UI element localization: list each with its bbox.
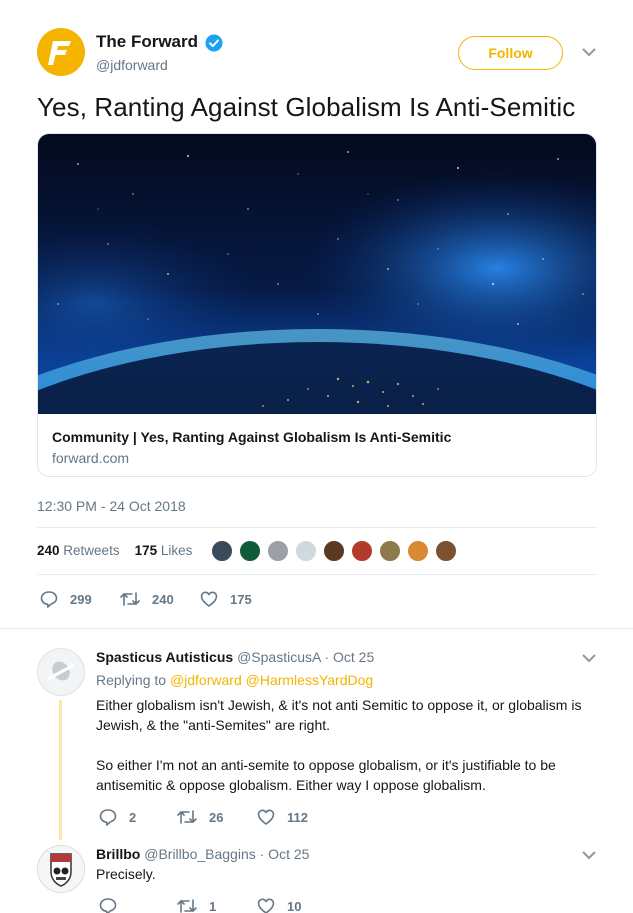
divider [37, 574, 597, 575]
retweet-count: 26 [209, 809, 224, 825]
retweets-count[interactable]: 240 [37, 543, 60, 558]
liker-avatar[interactable] [266, 539, 290, 563]
author-name[interactable]: The Forward [96, 32, 198, 52]
retweet-icon [177, 810, 197, 824]
like-action[interactable]: 10 [257, 897, 301, 913]
card-image [38, 134, 596, 414]
tweet-timestamp[interactable]: 12:30 PM - 24 Oct 2018 [37, 498, 186, 514]
liker-avatar[interactable] [238, 539, 262, 563]
reply-avatar[interactable] [37, 648, 85, 696]
chevron-down-icon[interactable] [582, 654, 596, 663]
reply-author-name[interactable]: Brillbo [96, 846, 140, 862]
reply-avatar[interactable] [37, 845, 85, 893]
liker-avatar[interactable] [406, 539, 430, 563]
like-count: 112 [287, 809, 308, 825]
reply-action[interactable]: 2 [99, 808, 136, 826]
verified-badge-icon [205, 34, 223, 52]
reply-count: 2 [129, 809, 137, 825]
reply-action[interactable]: 299 [40, 590, 92, 608]
retweets-label[interactable]: Retweets [63, 543, 119, 558]
liker-avatar[interactable] [322, 539, 346, 563]
heart-icon [257, 898, 275, 913]
replying-prefix: Replying to [96, 672, 167, 688]
reply-text: Either globalism isn't Jewish, & it's no… [96, 695, 581, 795]
chevron-down-icon[interactable] [582, 851, 596, 860]
divider [37, 527, 597, 528]
reply-text-line: antisemitic & oppose globalism. Either w… [96, 777, 486, 793]
reply-date[interactable]: · Oct 25 [260, 846, 310, 862]
heart-icon [200, 591, 218, 607]
card-title[interactable]: Community | Yes, Ranting Against Globali… [52, 429, 451, 445]
tweet-stats: 240 Retweets 175 Likes [37, 543, 192, 558]
avatar-crest-icon [50, 853, 72, 887]
tweet-text: Yes, Ranting Against Globalism Is Anti-S… [37, 92, 576, 122]
reply-action[interactable] [99, 897, 129, 913]
reply-count: 299 [70, 591, 92, 607]
likes-label[interactable]: Likes [161, 543, 193, 558]
author-avatar[interactable] [37, 28, 85, 76]
reply-text-line: Jewish, & the "anti-Semites" are right. [96, 717, 331, 733]
reply-header: Brillbo @Brillbo_Baggins · Oct 25 [96, 846, 309, 862]
liker-avatar[interactable] [350, 539, 374, 563]
reply-author-handle[interactable]: @Brillbo_Baggins [144, 846, 256, 862]
replying-to: Replying to @jdforward @HarmlessYardDog [96, 672, 373, 688]
reply-icon [40, 591, 58, 608]
liker-avatar[interactable] [294, 539, 318, 563]
chevron-down-icon[interactable] [582, 48, 596, 57]
like-action[interactable]: 175 [200, 590, 252, 608]
replying-to-handles[interactable]: @jdforward @HarmlessYardDog [170, 672, 373, 688]
forward-logo-icon [48, 41, 71, 65]
author-handle[interactable]: @jdforward [96, 57, 168, 73]
retweet-action[interactable]: 26 [177, 808, 223, 826]
card-domain: forward.com [52, 450, 130, 466]
reply-text-line: So either I'm not an anti-semite to oppo… [96, 757, 556, 773]
retweet-icon [120, 592, 140, 606]
reply-icon [99, 898, 117, 913]
thread-line [59, 700, 62, 840]
likes-count[interactable]: 175 [135, 543, 158, 558]
reply-author-handle[interactable]: @SpasticusA [237, 649, 320, 665]
reply-author-name[interactable]: Spasticus Autisticus [96, 649, 233, 665]
retweet-count: 240 [152, 591, 174, 607]
heart-icon [257, 809, 275, 825]
reply-text: Precisely. [96, 866, 156, 882]
retweet-icon [177, 899, 197, 913]
retweet-action[interactable]: 1 [177, 897, 216, 913]
liker-avatar[interactable] [378, 539, 402, 563]
reply-icon [99, 809, 117, 826]
divider [0, 628, 633, 629]
reply-header: Spasticus Autisticus @SpasticusA · Oct 2… [96, 649, 374, 665]
retweet-action[interactable]: 240 [120, 590, 174, 608]
retweet-count: 1 [209, 898, 217, 913]
link-card[interactable]: Community | Yes, Ranting Against Globali… [37, 133, 597, 477]
reply-date[interactable]: · Oct 25 [324, 649, 374, 665]
like-action[interactable]: 112 [257, 808, 308, 826]
reply-text-line: Either globalism isn't Jewish, & it's no… [96, 697, 582, 713]
default-egg-icon [47, 661, 75, 681]
follow-button[interactable]: Follow [458, 36, 563, 70]
like-count: 10 [287, 898, 302, 913]
liker-avatar[interactable] [210, 539, 234, 563]
liker-avatar[interactable] [434, 539, 458, 563]
like-count: 175 [230, 591, 252, 607]
